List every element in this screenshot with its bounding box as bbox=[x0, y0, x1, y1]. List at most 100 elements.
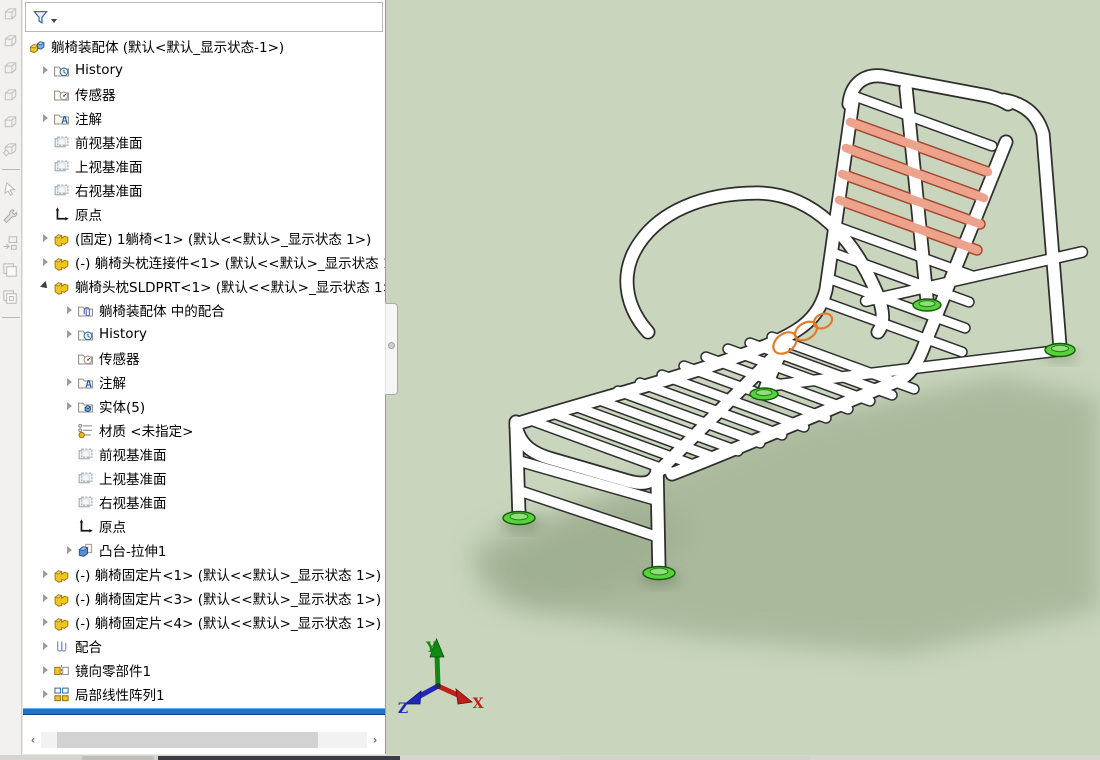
toolbar-separator bbox=[1, 169, 20, 170]
part-icon bbox=[54, 569, 69, 583]
mates-icon bbox=[57, 640, 67, 652]
tree-row-label: 上视基准面 bbox=[99, 472, 167, 488]
expand-arrow-icon[interactable] bbox=[37, 666, 53, 674]
move-component-icon[interactable] bbox=[1, 232, 21, 254]
scrollbar-track[interactable] bbox=[41, 732, 367, 748]
view-cube-icon[interactable] bbox=[1, 84, 21, 106]
tree-row-label: 躺椅头枕SLDPRT<1> (默认<<默认>_显示状态 1>) bbox=[75, 280, 385, 296]
filter-funnel-icon[interactable] bbox=[32, 9, 49, 26]
tree-row[interactable]: (-) 躺椅固定片<3> (默认<<默认>_显示状态 1>) bbox=[23, 586, 385, 610]
panel-splitter-handle[interactable] bbox=[385, 303, 398, 395]
tree-row[interactable]: 前视基准面 bbox=[23, 442, 385, 466]
datum-plane-icon bbox=[54, 160, 69, 171]
folder-mates-icon bbox=[78, 306, 93, 317]
expand-arrow-icon[interactable] bbox=[61, 330, 77, 338]
tree-row[interactable]: History bbox=[23, 322, 385, 346]
expand-arrow-icon[interactable] bbox=[61, 402, 77, 410]
filter-dropdown-caret-icon[interactable] bbox=[51, 19, 57, 23]
tree-row[interactable]: 传感器 bbox=[23, 82, 385, 106]
triad-x-label[interactable]: X bbox=[473, 696, 484, 712]
expand-arrow-icon[interactable] bbox=[37, 690, 53, 698]
graphics-viewport[interactable]: Y X Z bbox=[386, 0, 1100, 760]
tree-row[interactable]: 躺椅头枕SLDPRT<1> (默认<<默认>_显示状态 1>) bbox=[23, 274, 385, 298]
rollback-bar[interactable] bbox=[23, 708, 385, 715]
tree-row[interactable]: 注解 bbox=[23, 106, 385, 130]
expand-arrow-icon[interactable] bbox=[37, 642, 53, 650]
view-cube-icon[interactable] bbox=[1, 57, 21, 79]
tree-row[interactable]: 镜向零部件1 bbox=[23, 658, 385, 682]
tree-row[interactable]: 原点 bbox=[23, 202, 385, 226]
tree-filter-bar[interactable] bbox=[25, 2, 383, 32]
scrollbar-thumb[interactable] bbox=[57, 732, 319, 748]
foot-flange bbox=[912, 298, 942, 312]
tree-row[interactable]: 原点 bbox=[23, 514, 385, 538]
tree-row-label: 材质 <未指定> bbox=[99, 424, 194, 440]
expand-arrow-icon[interactable] bbox=[37, 618, 53, 626]
tree-row-label: (-) 躺椅固定片<4> (默认<<默认>_显示状态 1>) bbox=[75, 616, 382, 632]
tree-row[interactable]: 上视基准面 bbox=[23, 466, 385, 490]
wrench-icon[interactable] bbox=[1, 205, 21, 227]
tree-row[interactable]: (-) 躺椅头枕连接件<1> (默认<<默认>_显示状态 1>) bbox=[23, 250, 385, 274]
tree-horizontal-scrollbar[interactable]: ‹ › bbox=[25, 731, 383, 749]
select-pointer-icon[interactable] bbox=[1, 178, 21, 200]
tree-row[interactable]: (固定) 1躺椅<1> (默认<<默认>_显示状态 1>) bbox=[23, 226, 385, 250]
triad-y-label[interactable]: Y bbox=[425, 640, 437, 656]
tree-row-label: 注解 bbox=[75, 112, 102, 128]
tree-row[interactable]: 局部线性阵列1 bbox=[23, 682, 385, 706]
tree-row[interactable]: 躺椅装配体 (默认<默认_显示状态-1>) bbox=[23, 34, 385, 58]
expand-arrow-icon[interactable] bbox=[37, 234, 53, 242]
folder-annotations-icon bbox=[54, 114, 69, 125]
taskbar-segment bbox=[82, 756, 154, 760]
viewport-canvas[interactable]: Y X Z bbox=[386, 0, 1100, 760]
expand-arrow-icon[interactable] bbox=[37, 258, 53, 266]
mirror-component-icon bbox=[54, 664, 69, 677]
tree-row[interactable]: 前视基准面 bbox=[23, 130, 385, 154]
expand-arrow-icon[interactable] bbox=[61, 306, 77, 314]
folder-sensor-icon bbox=[78, 354, 93, 365]
tree-row[interactable]: 注解 bbox=[23, 370, 385, 394]
folder-history-icon bbox=[78, 330, 93, 341]
triad-z-label[interactable]: Z bbox=[398, 701, 408, 717]
expand-arrow-icon[interactable] bbox=[37, 114, 53, 122]
tree-row[interactable]: 上视基准面 bbox=[23, 154, 385, 178]
folder-history-icon bbox=[54, 66, 69, 77]
boss-extrude-icon bbox=[78, 543, 93, 557]
tree-row[interactable]: (-) 躺椅固定片<4> (默认<<默认>_显示状态 1>) bbox=[23, 610, 385, 634]
expand-arrow-icon[interactable] bbox=[61, 378, 77, 386]
tree-row[interactable]: 配合 bbox=[23, 634, 385, 658]
toolbar-separator bbox=[1, 317, 20, 318]
expand-arrow-icon[interactable] bbox=[61, 546, 77, 554]
tree-row-label: 实体(5) bbox=[99, 400, 146, 416]
part-icon bbox=[54, 617, 69, 631]
foot-flange bbox=[502, 510, 536, 526]
expand-arrow-icon[interactable] bbox=[37, 66, 53, 74]
layers-copy-icon[interactable] bbox=[1, 286, 21, 308]
linear-pattern-icon bbox=[54, 687, 69, 701]
tree-row-label: 注解 bbox=[99, 376, 126, 392]
view-cube-icon[interactable] bbox=[1, 3, 21, 25]
expand-arrow-icon[interactable] bbox=[37, 570, 53, 578]
origin-icon bbox=[55, 206, 69, 220]
tree-row[interactable]: 实体(5) bbox=[23, 394, 385, 418]
tree-row[interactable]: 躺椅装配体 中的配合 bbox=[23, 298, 385, 322]
tree-row[interactable]: 右视基准面 bbox=[23, 178, 385, 202]
view-cube-icon[interactable] bbox=[1, 30, 21, 52]
tree-row[interactable]: 凸台-拉伸1 bbox=[23, 538, 385, 562]
tree-row[interactable]: History bbox=[23, 58, 385, 82]
foot-flange bbox=[1044, 342, 1076, 358]
view-cube-icon[interactable] bbox=[1, 111, 21, 133]
feature-manager-panel: 躺椅装配体 (默认<默认_显示状态-1>) History 传感器 注解 前视基准面 上视… bbox=[23, 0, 386, 754]
scroll-left-arrow-icon[interactable]: ‹ bbox=[25, 731, 41, 749]
view-cube-section-icon[interactable] bbox=[1, 138, 21, 160]
scroll-right-arrow-icon[interactable]: › bbox=[367, 731, 383, 749]
tree-row[interactable]: 右视基准面 bbox=[23, 490, 385, 514]
expand-arrow-icon[interactable] bbox=[37, 594, 53, 602]
tree-row-label: 原点 bbox=[75, 208, 102, 224]
orientation-triad[interactable]: Y X Z bbox=[398, 637, 484, 717]
material-icon bbox=[78, 423, 92, 438]
tree-row[interactable]: (-) 躺椅固定片<1> (默认<<默认>_显示状态 1>) bbox=[23, 562, 385, 586]
layers-stack-icon[interactable] bbox=[1, 259, 21, 281]
expand-arrow-icon[interactable] bbox=[37, 281, 53, 291]
tree-row[interactable]: 材质 <未指定> bbox=[23, 418, 385, 442]
tree-row[interactable]: 传感器 bbox=[23, 346, 385, 370]
